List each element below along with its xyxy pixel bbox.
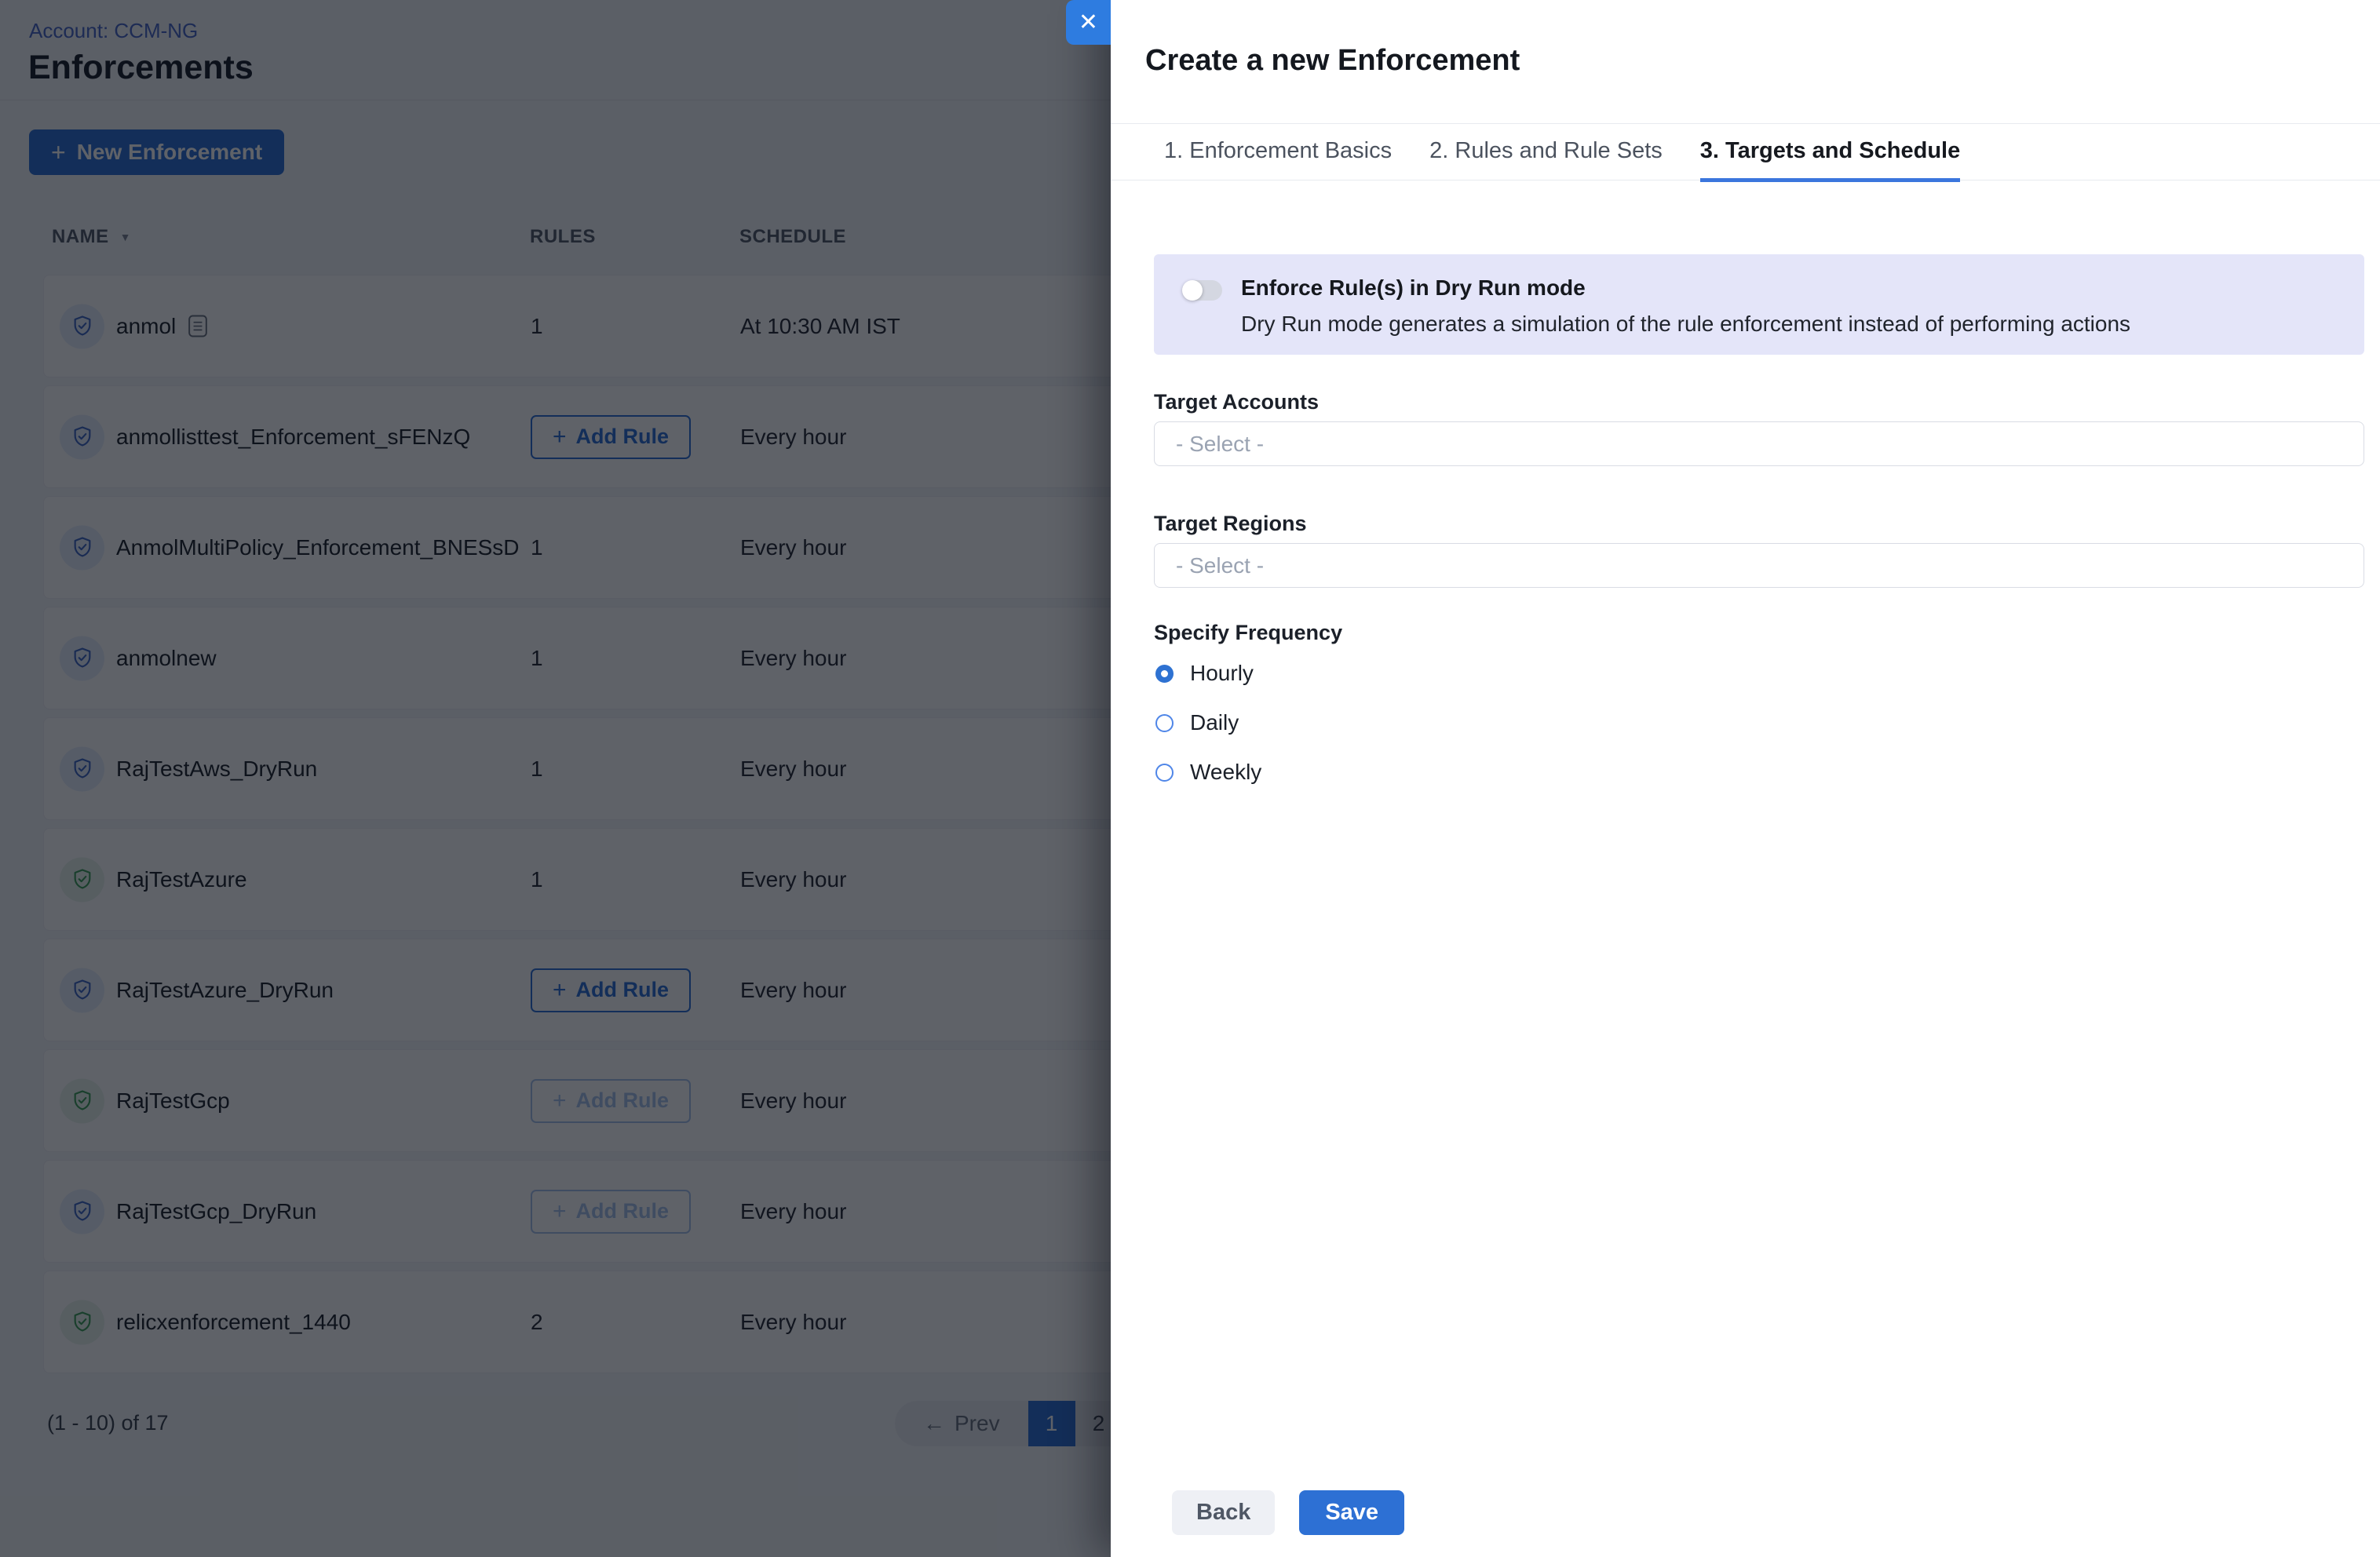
dry-run-banner: Enforce Rule(s) in Dry Run mode Dry Run … <box>1154 254 2364 355</box>
save-button[interactable]: Save <box>1299 1490 1404 1535</box>
specify-frequency-label: Specify Frequency <box>1154 621 2364 645</box>
dry-run-label: Enforce Rule(s) in Dry Run mode <box>1241 275 2130 301</box>
tab-rules-and-rule-sets[interactable]: 2. Rules and Rule Sets <box>1429 124 1663 182</box>
radio-daily[interactable]: Daily <box>1154 710 2364 735</box>
screen: Account: CCM-NG Enforcements + New Enfor… <box>0 0 2380 1557</box>
target-regions-select[interactable]: - Select - <box>1154 543 2364 588</box>
radio-icon <box>1155 764 1174 782</box>
target-accounts-select[interactable]: - Select - <box>1154 421 2364 466</box>
target-regions-placeholder: - Select - <box>1176 553 1264 578</box>
radio-icon <box>1155 714 1174 732</box>
dry-run-description: Dry Run mode generates a simulation of t… <box>1241 312 2130 337</box>
frequency-radio-group: Hourly Daily Weekly <box>1154 661 2364 785</box>
target-accounts-placeholder: - Select - <box>1176 432 1264 457</box>
close-button[interactable]: ✕ <box>1066 0 1111 45</box>
drawer-content: Enforce Rule(s) in Dry Run mode Dry Run … <box>1154 181 2364 809</box>
create-enforcement-drawer: ✕ Create a new Enforcement 1. Enforcemen… <box>1111 0 2380 1557</box>
radio-weekly[interactable]: Weekly <box>1154 760 2364 785</box>
toggle-knob <box>1182 280 1203 301</box>
tab-enforcement-basics[interactable]: 1. Enforcement Basics <box>1164 124 1392 182</box>
radio-hourly[interactable]: Hourly <box>1154 661 2364 686</box>
drawer-tabs: 1. Enforcement Basics 2. Rules and Rule … <box>1111 123 2380 180</box>
radio-icon <box>1155 665 1174 683</box>
drawer-footer: Back Save <box>1172 1490 1404 1535</box>
dry-run-toggle[interactable] <box>1183 280 1222 301</box>
drawer-title: Create a new Enforcement <box>1145 44 1520 78</box>
tab-targets-and-schedule[interactable]: 3. Targets and Schedule <box>1700 124 1960 182</box>
target-regions-label: Target Regions <box>1154 512 2364 536</box>
target-accounts-label: Target Accounts <box>1154 390 2364 414</box>
back-button[interactable]: Back <box>1172 1490 1275 1535</box>
